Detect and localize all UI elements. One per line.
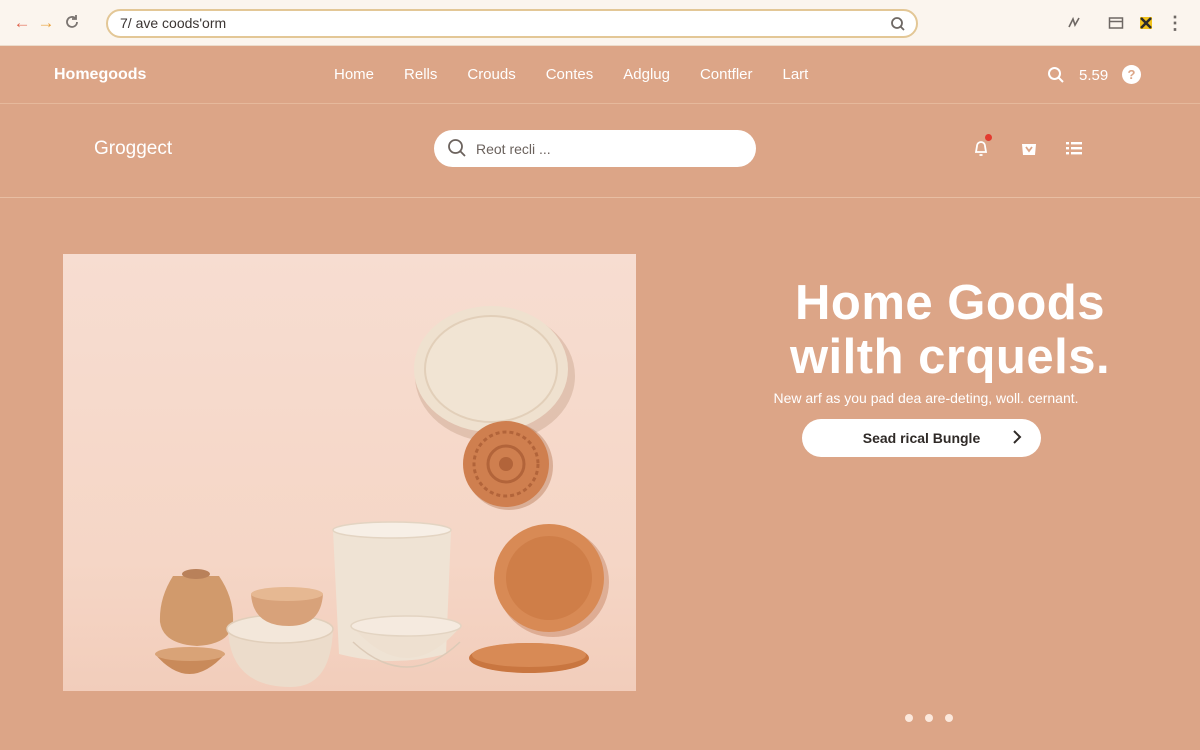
menu-icon[interactable] <box>1063 137 1085 159</box>
hero-cta-label: Sead rical Bungle <box>862 430 981 446</box>
cart-icon[interactable] <box>1018 137 1040 159</box>
notification-dot <box>985 134 992 141</box>
url-text: 7/ ave coods'orm <box>120 15 227 31</box>
more-icon[interactable]: ⋮ <box>1165 13 1185 33</box>
menu-item-contes[interactable]: Contes <box>546 66 594 83</box>
menu-item-home[interactable]: Home <box>334 66 374 83</box>
menu-item-lart[interactable]: Lart <box>783 66 809 83</box>
address-bar[interactable]: 7/ ave coods'orm <box>106 9 918 38</box>
browser-chrome: ← → 7/ ave coods'orm ⋮ <box>0 0 1200 46</box>
hero-image <box>63 254 636 691</box>
hero-headline-line2: wilth crquels. <box>789 330 1111 384</box>
reload-icon[interactable] <box>62 12 82 32</box>
site-logo[interactable]: Homegoods <box>54 66 146 84</box>
search-box[interactable] <box>434 130 756 167</box>
cart-price[interactable]: 5.59 <box>1079 67 1108 84</box>
bell-icon[interactable] <box>970 134 992 159</box>
menu-item-contfler[interactable]: Contfler <box>700 66 753 83</box>
site-navbar: Homegoods Home Rells Crouds Contes Adglu… <box>0 46 1200 104</box>
carousel-dots <box>905 714 953 722</box>
carousel-dot-1[interactable] <box>905 714 913 722</box>
extension-icon[interactable] <box>1064 13 1084 33</box>
search-icon[interactable] <box>890 16 906 37</box>
search-icon[interactable] <box>1047 66 1065 89</box>
carousel-dot-3[interactable] <box>945 714 953 722</box>
puzzle-icon[interactable] <box>1136 13 1156 33</box>
forward-arrow-icon[interactable]: → <box>36 12 56 32</box>
sub-header: Groggect <box>0 105 1200 198</box>
back-arrow-icon[interactable]: ← <box>12 12 32 32</box>
hero-cta-button[interactable]: Sead rical Bungle <box>802 419 1041 457</box>
search-input[interactable] <box>476 138 736 160</box>
help-icon[interactable]: ? <box>1122 65 1141 84</box>
hero-subheading: New arf as you pad dea are-deting, woll.… <box>773 390 1079 406</box>
main-menu: Home Rells Crouds Contes Adglug Contfler… <box>334 66 838 83</box>
hero-headline-line1: Home Goods <box>795 276 1105 330</box>
carousel-dot-2[interactable] <box>925 714 933 722</box>
menu-item-crouds[interactable]: Crouds <box>467 66 515 83</box>
menu-item-rells[interactable]: Rells <box>404 66 437 83</box>
tab-icon[interactable] <box>1106 13 1126 33</box>
menu-item-adglug[interactable]: Adglug <box>623 66 670 83</box>
hero-headline: Home Goods wilth crquels. <box>740 276 1160 384</box>
chevron-right-icon <box>1010 428 1024 449</box>
search-icon <box>447 138 467 163</box>
store-brand[interactable]: Groggect <box>94 138 172 160</box>
